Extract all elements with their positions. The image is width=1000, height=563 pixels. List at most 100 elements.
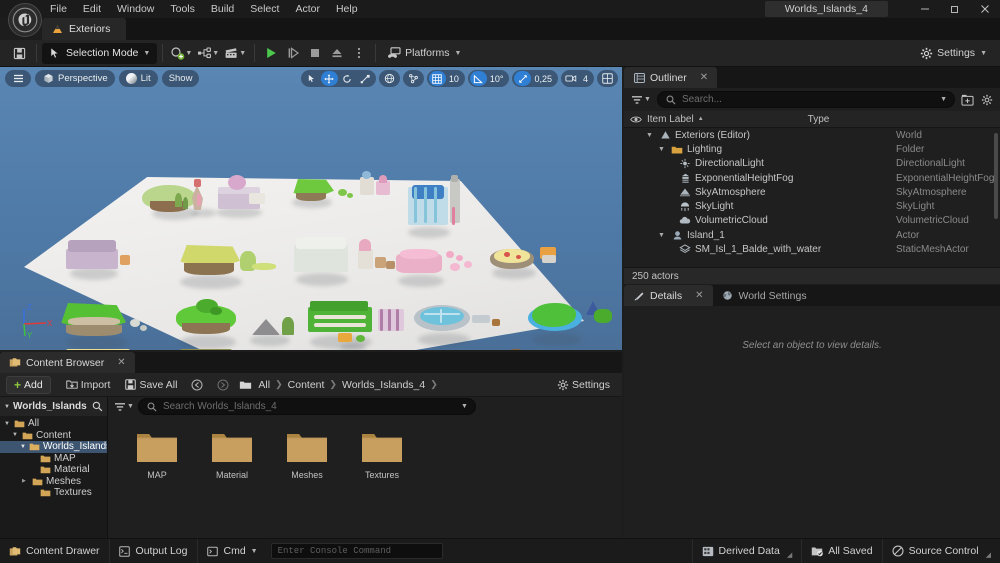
maximize-button[interactable] [940, 0, 970, 18]
outliner-header-type[interactable]: Type [808, 114, 830, 125]
more-options-button[interactable] [348, 43, 370, 64]
content-browser-settings-button[interactable]: Settings [551, 376, 616, 394]
outliner-row-island-1[interactable]: ▼ Island_1 Actor [624, 228, 1000, 242]
grid-snap-value[interactable]: 10 [447, 74, 463, 84]
editor-mode-selector[interactable]: Selection Mode ▼ [42, 42, 158, 64]
tab-world-settings[interactable]: World Settings [713, 285, 816, 306]
outliner-row-exponentialheightfog[interactable]: ExponentialHeightFog ExponentialHeightFo… [624, 171, 1000, 185]
console-command-input[interactable]: Enter Console Command [270, 543, 443, 559]
twirl-icon[interactable]: ▼ [12, 432, 19, 438]
save-level-button[interactable] [7, 43, 31, 64]
angle-snap-icon[interactable] [469, 71, 487, 86]
menu-file[interactable]: File [42, 0, 75, 18]
add-asset-button[interactable]: + Add [6, 375, 51, 394]
viewport-show-flags-button[interactable]: Show [161, 70, 200, 87]
menu-actor[interactable]: Actor [287, 0, 328, 18]
level-viewport[interactable]: Perspective Lit Show 10 10° 0,25 4 Z X Y [0, 67, 622, 350]
import-button[interactable]: Import [60, 376, 117, 394]
skip-button[interactable] [282, 43, 304, 64]
content-drawer-button[interactable]: Content Drawer [0, 538, 110, 563]
tab-content-browser[interactable]: Content Browser ✕ [0, 352, 135, 373]
close-icon[interactable]: ✕ [700, 72, 708, 83]
outliner-filter-button[interactable]: ▼ [629, 94, 653, 105]
search-icon[interactable] [91, 401, 103, 412]
grid-snap-icon[interactable] [428, 71, 446, 86]
outliner-search-input[interactable]: Search... ▼ [656, 91, 955, 108]
source-control-button[interactable]: Source Control ◢ [881, 538, 1000, 563]
outliner-header-item-label[interactable]: Item Label [647, 114, 694, 125]
level-tab-exteriors[interactable]: Exteriors [42, 18, 127, 40]
toolbar-settings-button[interactable]: Settings ▼ [913, 43, 994, 64]
outliner-row-lighting[interactable]: ▼ Lighting Folder [624, 142, 1000, 156]
close-button[interactable] [970, 0, 1000, 18]
tree-node-meshes[interactable]: ▶ Meshes [0, 476, 107, 488]
menu-edit[interactable]: Edit [75, 0, 109, 18]
tree-node-worlds-islands[interactable]: ▼ Worlds_Islands [0, 441, 107, 453]
surface-snapping-button[interactable] [402, 70, 424, 87]
sources-tree[interactable]: ▼ All ▼ Content ▼ Worlds_Islands MAP Mat… [0, 416, 107, 499]
angle-snap-value[interactable]: 10° [488, 74, 508, 84]
outliner-save-button[interactable] [959, 94, 975, 106]
close-icon[interactable]: ✕ [117, 357, 125, 368]
derived-data-button[interactable]: Derived Data ◢ [691, 538, 802, 563]
viewport-menu-button[interactable] [5, 70, 31, 87]
outliner-row-skyatmosphere[interactable]: SkyAtmosphere SkyAtmosphere [624, 185, 1000, 199]
asset-tile-material[interactable]: Material [205, 429, 259, 480]
asset-search-input[interactable]: Search Worlds_Islands_4 ▼ [137, 398, 476, 415]
twirl-icon[interactable]: ▼ [658, 232, 667, 239]
surface-snapping-icon[interactable] [405, 71, 422, 86]
menu-window[interactable]: Window [109, 0, 162, 18]
globe-icon[interactable] [381, 71, 398, 86]
select-tool-button[interactable] [303, 71, 320, 86]
breadcrumb-all[interactable]: All [255, 379, 273, 391]
twirl-icon[interactable]: ▶ [22, 478, 29, 484]
scale-snap-icon[interactable] [514, 71, 532, 86]
unreal-engine-logo-icon[interactable] [8, 3, 42, 37]
asset-tile-meshes[interactable]: Meshes [280, 429, 334, 480]
visibility-eye-icon[interactable] [630, 114, 642, 125]
translate-tool-button[interactable] [320, 71, 338, 86]
rotate-tool-button[interactable] [339, 71, 356, 86]
menu-tools[interactable]: Tools [162, 0, 203, 18]
outliner-row-exteriors[interactable]: ▼ Exteriors (Editor) World [624, 128, 1000, 142]
content-browser-asset-view[interactable]: ▼ Search Worlds_Islands_4 ▼ MAP Material… [108, 397, 622, 559]
breadcrumb-worlds-islands-4[interactable]: Worlds_Islands_4 [339, 379, 428, 391]
outliner-scrollbar[interactable] [994, 133, 998, 219]
tab-details[interactable]: Details ✕ [624, 285, 713, 306]
platforms-button[interactable]: Platforms ▼ [381, 43, 468, 64]
play-button[interactable] [260, 43, 282, 64]
outliner-settings-button[interactable] [979, 94, 995, 105]
sources-header[interactable]: ▼ Worlds_Islands [0, 397, 107, 416]
tree-node-textures[interactable]: Textures [0, 487, 107, 499]
all-saved-button[interactable]: All Saved [801, 538, 881, 563]
close-icon[interactable]: ✕ [695, 290, 703, 301]
menu-help[interactable]: Help [328, 0, 366, 18]
cinematics-button[interactable]: ▼ [222, 43, 249, 64]
minimize-button[interactable] [910, 0, 940, 18]
asset-tile-map[interactable]: MAP [130, 429, 184, 480]
tree-node-map[interactable]: MAP [0, 453, 107, 465]
viewport-layout-button[interactable] [597, 70, 618, 87]
twirl-icon[interactable]: ▼ [646, 132, 655, 139]
output-log-button[interactable]: Output Log [110, 538, 198, 563]
tree-node-material[interactable]: Material [0, 464, 107, 476]
tree-node-all[interactable]: ▼ All [0, 418, 107, 430]
tree-node-content[interactable]: ▼ Content [0, 430, 107, 442]
outliner-row-directionallight[interactable]: DirectionalLight DirectionalLight [624, 157, 1000, 171]
coordinate-system-button[interactable] [378, 70, 400, 87]
eject-button[interactable] [326, 43, 348, 64]
scale-tool-button[interactable] [357, 71, 374, 86]
twirl-icon[interactable]: ▼ [4, 404, 10, 410]
create-actor-button[interactable]: ▼ [168, 43, 195, 64]
menu-select[interactable]: Select [242, 0, 287, 18]
chevron-down-icon[interactable]: ▼ [940, 96, 947, 103]
twirl-icon[interactable]: ▼ [4, 421, 11, 427]
navigate-back-button[interactable] [185, 376, 209, 394]
tab-outliner[interactable]: Outliner ✕ [624, 67, 718, 88]
asset-tile-textures[interactable]: Textures [355, 429, 409, 480]
outliner-row-skylight[interactable]: SkyLight SkyLight [624, 199, 1000, 213]
viewport-layout-icon[interactable] [599, 71, 616, 86]
outliner-tree[interactable]: ▼ Exteriors (Editor) World ▼ Lighting Fo… [624, 128, 1000, 257]
asset-filter-button[interactable]: ▼ [114, 401, 134, 412]
twirl-icon[interactable]: ▼ [20, 444, 26, 450]
